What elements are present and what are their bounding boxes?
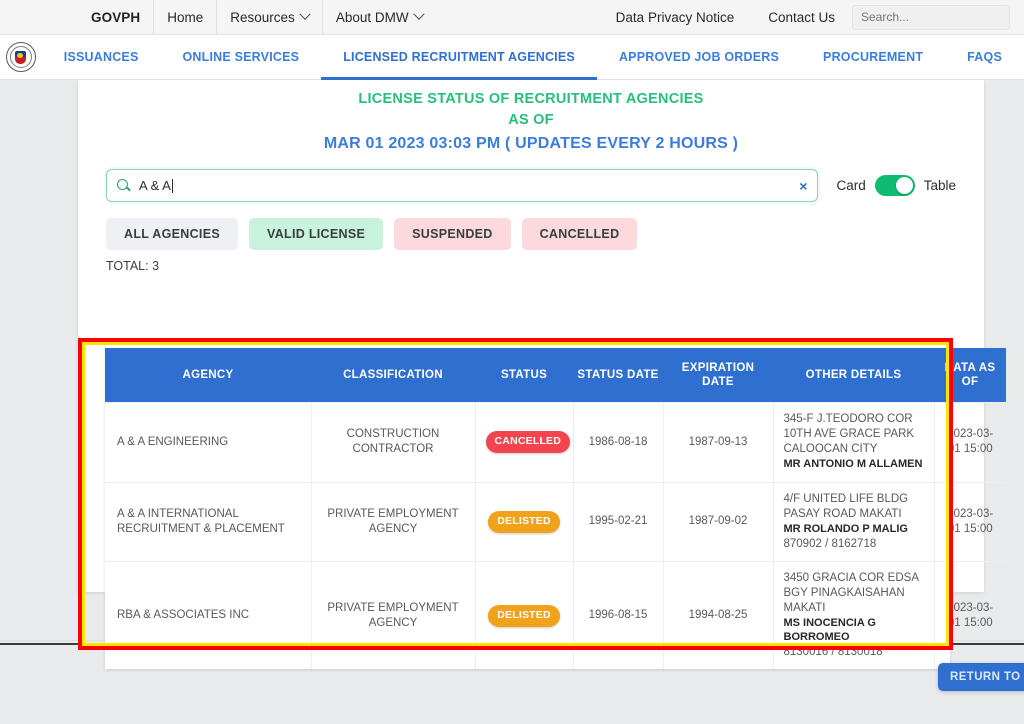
filter-cancelled-button[interactable]: CANCELLED	[522, 218, 638, 250]
cell-expiration-date: 1987-09-02	[663, 482, 773, 562]
cell-agency: A & A ENGINEERING	[105, 403, 311, 483]
view-toggle: Card Table	[836, 175, 956, 196]
govph-link-about-dmw-label: About DMW	[336, 10, 409, 25]
cell-agency: RBA & ASSOCIATES INC	[105, 562, 311, 670]
cell-other-details: 345-F J.TEODORO COR 10TH AVE GRACE PARK …	[773, 403, 934, 483]
govph-top-bar: GOVPH Home Resources About DMW Data Priv…	[0, 0, 1024, 35]
column-header-status[interactable]: STATUS	[475, 348, 573, 403]
govph-right-links: Data Privacy Notice Contact Us	[599, 0, 1024, 34]
column-header-data-as-of[interactable]: DATA AS OF	[934, 348, 1006, 403]
govph-brand[interactable]: GOVPH	[78, 0, 153, 34]
seal-shield-shape	[15, 51, 26, 64]
cell-status-date: 1995-02-21	[573, 482, 663, 562]
column-header-other-details[interactable]: OTHER DETAILS	[773, 348, 934, 403]
page-title-line1: LICENSE STATUS OF RECRUITMENT AGENCIES	[78, 89, 984, 110]
detail-address: 4/F UNITED LIFE BLDG PASAY ROAD MAKATI	[784, 493, 909, 520]
cell-data-as-of: 2023-03-01 15:00	[934, 403, 1006, 483]
cell-data-as-of: 2023-03-01 15:00	[934, 482, 1006, 562]
column-header-expiration-date[interactable]: EXPIRATION DATE	[663, 348, 773, 403]
clear-search-icon[interactable]: ×	[791, 178, 807, 194]
column-header-agency[interactable]: AGENCY	[105, 348, 311, 403]
agencies-table-body: A & A ENGINEERING CONSTRUCTION CONTRACTO…	[105, 403, 1006, 670]
status-filter-buttons: ALL AGENCIES VALID LICENSE SUSPENDED CAN…	[106, 218, 956, 250]
search-row: A & A × Card Table	[106, 169, 956, 202]
cell-classification: CONSTRUCTION CONTRACTOR	[311, 403, 475, 483]
agency-search-input[interactable]: A & A	[139, 178, 173, 193]
cell-status: DELISTED	[475, 562, 573, 670]
govph-link-resources[interactable]: Resources	[216, 0, 322, 34]
status-badge: CANCELLED	[486, 431, 571, 453]
nav-item-licensed-recruitment-agencies[interactable]: LICENSED RECRUITMENT AGENCIES	[321, 35, 597, 79]
cell-expiration-date: 1987-09-13	[663, 403, 773, 483]
total-count-label: TOTAL: 3	[106, 259, 984, 273]
global-search-input[interactable]	[852, 5, 1010, 30]
status-badge: DELISTED	[488, 605, 560, 627]
search-icon	[117, 179, 131, 193]
nav-item-approved-job-orders[interactable]: APPROVED JOB ORDERS	[597, 35, 801, 79]
column-header-classification[interactable]: CLASSIFICATION	[311, 348, 475, 403]
filter-valid-license-button[interactable]: VALID LICENSE	[249, 218, 383, 250]
view-toggle-switch[interactable]	[875, 175, 915, 196]
cell-status: DELISTED	[475, 482, 573, 562]
table-header-row: AGENCY CLASSIFICATION STATUS STATUS DATE…	[105, 348, 1006, 403]
detail-contact-person: MR ROLANDO P MALIG	[784, 523, 924, 537]
nav-item-online-services[interactable]: ONLINE SERVICES	[161, 35, 322, 79]
govph-link-data-privacy[interactable]: Data Privacy Notice	[599, 10, 752, 25]
table-row[interactable]: A & A ENGINEERING CONSTRUCTION CONTRACTO…	[105, 403, 1006, 483]
dmw-seal-icon	[0, 35, 42, 79]
govph-left-links: GOVPH Home Resources About DMW	[78, 0, 436, 34]
detail-contact-person: MR ANTONIO M ALLAMEN	[784, 458, 924, 472]
cell-expiration-date: 1994-08-25	[663, 562, 773, 670]
detail-address: 345-F J.TEODORO COR 10TH AVE GRACE PARK …	[784, 413, 915, 455]
govph-link-home-label: Home	[167, 10, 203, 25]
nav-item-faqs[interactable]: FAQS	[945, 35, 1024, 79]
cell-classification: PRIVATE EMPLOYMENT AGENCY	[311, 562, 475, 670]
column-header-status-date[interactable]: STATUS DATE	[573, 348, 663, 403]
cell-agency: A & A INTERNATIONAL RECRUITMENT & PLACEM…	[105, 482, 311, 562]
govph-link-contact-us[interactable]: Contact Us	[751, 10, 852, 25]
dmw-seal-graphic	[6, 42, 36, 72]
cell-status-date: 1996-08-15	[573, 562, 663, 670]
govph-link-resources-label: Resources	[230, 10, 295, 25]
cell-classification: PRIVATE EMPLOYMENT AGENCY	[311, 482, 475, 562]
table-row[interactable]: RBA & ASSOCIATES INC PRIVATE EMPLOYMENT …	[105, 562, 1006, 670]
page-body: LICENSE STATUS OF RECRUITMENT AGENCIES A…	[0, 80, 1024, 645]
view-toggle-label-card[interactable]: Card	[836, 178, 865, 193]
cell-other-details: 4/F UNITED LIFE BLDG PASAY ROAD MAKATI M…	[773, 482, 934, 562]
page-title-line2: AS OF	[78, 110, 984, 131]
govph-link-home[interactable]: Home	[153, 0, 216, 34]
return-to-top-button[interactable]: RETURN TO TOP	[938, 663, 1024, 691]
cell-other-details: 3450 GRACIA COR EDSA BGY PINAGKAISAHAN M…	[773, 562, 934, 670]
page-title: LICENSE STATUS OF RECRUITMENT AGENCIES A…	[78, 80, 984, 157]
detail-phone: 8130016 / 8130018	[784, 645, 924, 660]
agencies-table-head: AGENCY CLASSIFICATION STATUS STATUS DATE…	[105, 348, 1006, 403]
main-navigation: ISSUANCES ONLINE SERVICES LICENSED RECRU…	[0, 35, 1024, 80]
agency-search-box[interactable]: A & A ×	[106, 169, 818, 202]
agencies-table-container: AGENCY CLASSIFICATION STATUS STATUS DATE…	[105, 348, 950, 669]
detail-phone: 870902 / 8162718	[784, 537, 924, 552]
cell-status-date: 1986-08-18	[573, 403, 663, 483]
table-row[interactable]: A & A INTERNATIONAL RECRUITMENT & PLACEM…	[105, 482, 1006, 562]
govph-link-about-dmw[interactable]: About DMW	[322, 0, 436, 34]
filter-suspended-button[interactable]: SUSPENDED	[394, 218, 511, 250]
chevron-down-icon	[299, 9, 310, 20]
nav-item-procurement[interactable]: PROCUREMENT	[801, 35, 945, 79]
text-cursor	[172, 179, 173, 193]
chevron-down-icon	[413, 9, 424, 20]
nav-item-issuances[interactable]: ISSUANCES	[42, 35, 161, 79]
detail-contact-person: MS INOCENCIA G BORROMEO	[784, 617, 924, 644]
page-title-timestamp: MAR 01 2023 03:03 PM ( UPDATES EVERY 2 H…	[78, 131, 984, 157]
detail-address: 3450 GRACIA COR EDSA BGY PINAGKAISAHAN M…	[784, 572, 919, 614]
cell-status: CANCELLED	[475, 403, 573, 483]
status-badge: DELISTED	[488, 511, 560, 533]
view-toggle-label-table[interactable]: Table	[924, 178, 956, 193]
agencies-table: AGENCY CLASSIFICATION STATUS STATUS DATE…	[105, 348, 1006, 669]
filter-all-agencies-button[interactable]: ALL AGENCIES	[106, 218, 238, 250]
cell-data-as-of: 2023-03-01 15:00	[934, 562, 1006, 670]
